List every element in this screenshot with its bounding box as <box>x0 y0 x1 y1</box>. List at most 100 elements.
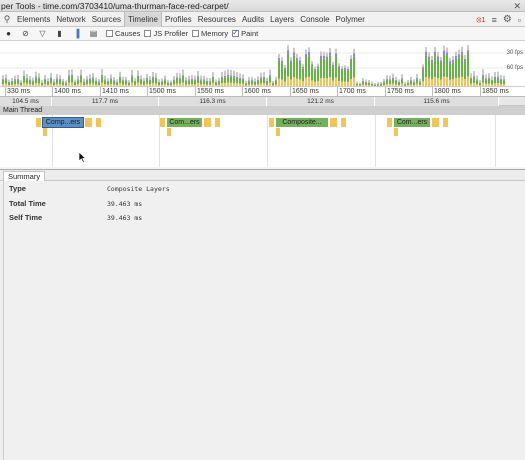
tab-console[interactable]: Console <box>297 12 332 27</box>
overview-other-bar <box>11 78 13 81</box>
overview-painting-bar <box>62 82 64 85</box>
scripting-event[interactable] <box>85 118 92 127</box>
tab-elements[interactable]: Elements <box>14 12 53 27</box>
tab-network[interactable]: Network <box>53 12 88 27</box>
overview-other-bar <box>218 77 220 81</box>
overview-painting-bar <box>227 76 229 83</box>
overview-other-bar <box>215 79 217 82</box>
overview-painting-bar <box>170 83 172 86</box>
overview-painting-bar <box>176 78 178 84</box>
scripting-event[interactable] <box>204 118 211 127</box>
composite-layers-event[interactable]: Composite... <box>276 118 328 127</box>
js-profiler-checkbox-box[interactable] <box>144 30 152 37</box>
main-thread-header[interactable]: Main Thread <box>0 106 525 115</box>
screenshots-icon[interactable]: ▤ <box>85 27 102 41</box>
memory-checkbox-box[interactable] <box>192 30 200 37</box>
scripting-event[interactable] <box>341 118 346 127</box>
overview-rendering-bar <box>236 76 238 79</box>
trash-icon[interactable]: ▮ <box>51 27 68 41</box>
scripting-event[interactable] <box>215 118 220 127</box>
overview-painting-bar <box>434 55 436 78</box>
paint-checkbox[interactable]: Paint <box>232 28 258 38</box>
js-profiler-checkbox[interactable]: JS Profiler <box>144 29 188 38</box>
scripting-event[interactable] <box>432 118 439 127</box>
frame-duration[interactable]: 104.5 ms <box>0 97 52 106</box>
record-icon[interactable]: ● <box>0 27 17 41</box>
overview-rendering-bar <box>407 82 409 83</box>
dock-icon[interactable]: ▫ <box>518 15 521 25</box>
overview-other-bar <box>98 78 100 82</box>
overview-scripting-bar <box>467 76 469 86</box>
console-drawer-icon[interactable]: ≡ <box>492 15 497 25</box>
frame-duration[interactable]: 115.6 ms <box>375 97 499 106</box>
overview-other-bar <box>134 78 136 81</box>
settings-icon[interactable]: ⚙ <box>503 14 512 25</box>
scripting-event[interactable] <box>387 118 392 127</box>
overview-rendering-bar <box>128 82 130 83</box>
close-icon[interactable]: ✕ <box>513 0 521 11</box>
scripting-event[interactable] <box>160 118 165 127</box>
overview-other-bar <box>473 71 475 77</box>
overview-other-bar <box>422 64 424 68</box>
scripting-event[interactable] <box>276 128 280 136</box>
overview-other-bar <box>146 73 148 78</box>
scripting-event[interactable] <box>167 128 171 136</box>
overview-other-bar <box>332 61 334 65</box>
ruler-tick-line <box>385 87 386 97</box>
scripting-event[interactable] <box>394 128 398 136</box>
scripting-event[interactable] <box>443 118 448 127</box>
clear-icon[interactable]: ⊘ <box>17 27 34 41</box>
timeline-overview[interactable]: 30 fps 60 fps <box>0 41 525 87</box>
overview-painting-bar <box>110 79 112 84</box>
tab-audits[interactable]: Audits <box>239 12 267 27</box>
filter-icon[interactable]: ▽ <box>34 27 51 41</box>
overview-rendering-bar <box>410 80 412 81</box>
overview-other-bar <box>338 63 340 67</box>
tab-polymer[interactable]: Polymer <box>333 12 368 27</box>
overview-painting-bar <box>365 82 367 86</box>
frame-duration[interactable]: 116.3 ms <box>159 97 267 106</box>
overview-rendering-bar <box>392 77 394 80</box>
overview-rendering-bar <box>449 61 451 64</box>
overview-other-bar <box>425 47 427 52</box>
memory-checkbox[interactable]: Memory <box>192 29 228 38</box>
causes-checkbox-box[interactable] <box>106 30 113 37</box>
scripting-event[interactable] <box>43 128 47 136</box>
overview-other-bar <box>278 54 280 59</box>
composite-layers-event[interactable]: Com...ers <box>167 118 202 127</box>
tab-sources[interactable]: Sources <box>89 12 124 27</box>
composite-layers-event[interactable]: Comp...ers <box>42 117 84 128</box>
causes-checkbox[interactable]: Causes <box>106 29 140 38</box>
tab-resources[interactable]: Resources <box>195 12 239 27</box>
overview-other-bar <box>326 52 328 57</box>
overview-painting-bar <box>140 80 142 85</box>
overview-rendering-bar <box>365 81 367 83</box>
scripting-event[interactable] <box>36 118 41 127</box>
overview-scripting-bar <box>293 77 295 86</box>
tab-layers[interactable]: Layers <box>267 12 297 27</box>
overview-rendering-bar <box>212 76 214 79</box>
frame-duration[interactable]: 121.2 ms <box>267 97 375 106</box>
overview-bars[interactable] <box>0 41 525 87</box>
scripting-event[interactable] <box>269 118 274 127</box>
bar-chart-icon[interactable]: ▐ <box>68 27 85 41</box>
overview-painting-bar <box>230 76 232 83</box>
overview-painting-bar <box>104 80 106 85</box>
overview-painting-bar <box>233 77 235 83</box>
overview-other-bar <box>8 79 10 82</box>
search-icon[interactable]: ⚲ <box>0 12 14 27</box>
frame-duration[interactable]: 117.7 ms <box>52 97 159 106</box>
error-count-badge[interactable]: ⦻1 <box>476 15 485 25</box>
paint-checkbox-box[interactable] <box>232 28 240 37</box>
tab-profiles[interactable]: Profiles <box>162 12 195 27</box>
scripting-event[interactable] <box>96 118 101 127</box>
overview-rendering-bar <box>131 75 133 77</box>
overview-painting-bar <box>113 81 115 85</box>
scripting-event[interactable] <box>330 118 337 127</box>
composite-layers-event[interactable]: Com...ers <box>394 118 430 127</box>
overview-other-bar <box>101 69 103 75</box>
tab-timeline[interactable]: Timeline <box>124 11 162 27</box>
overview-other-bar <box>461 46 463 52</box>
overview-rendering-bar <box>491 79 493 81</box>
overview-scripting-bar <box>350 79 352 86</box>
